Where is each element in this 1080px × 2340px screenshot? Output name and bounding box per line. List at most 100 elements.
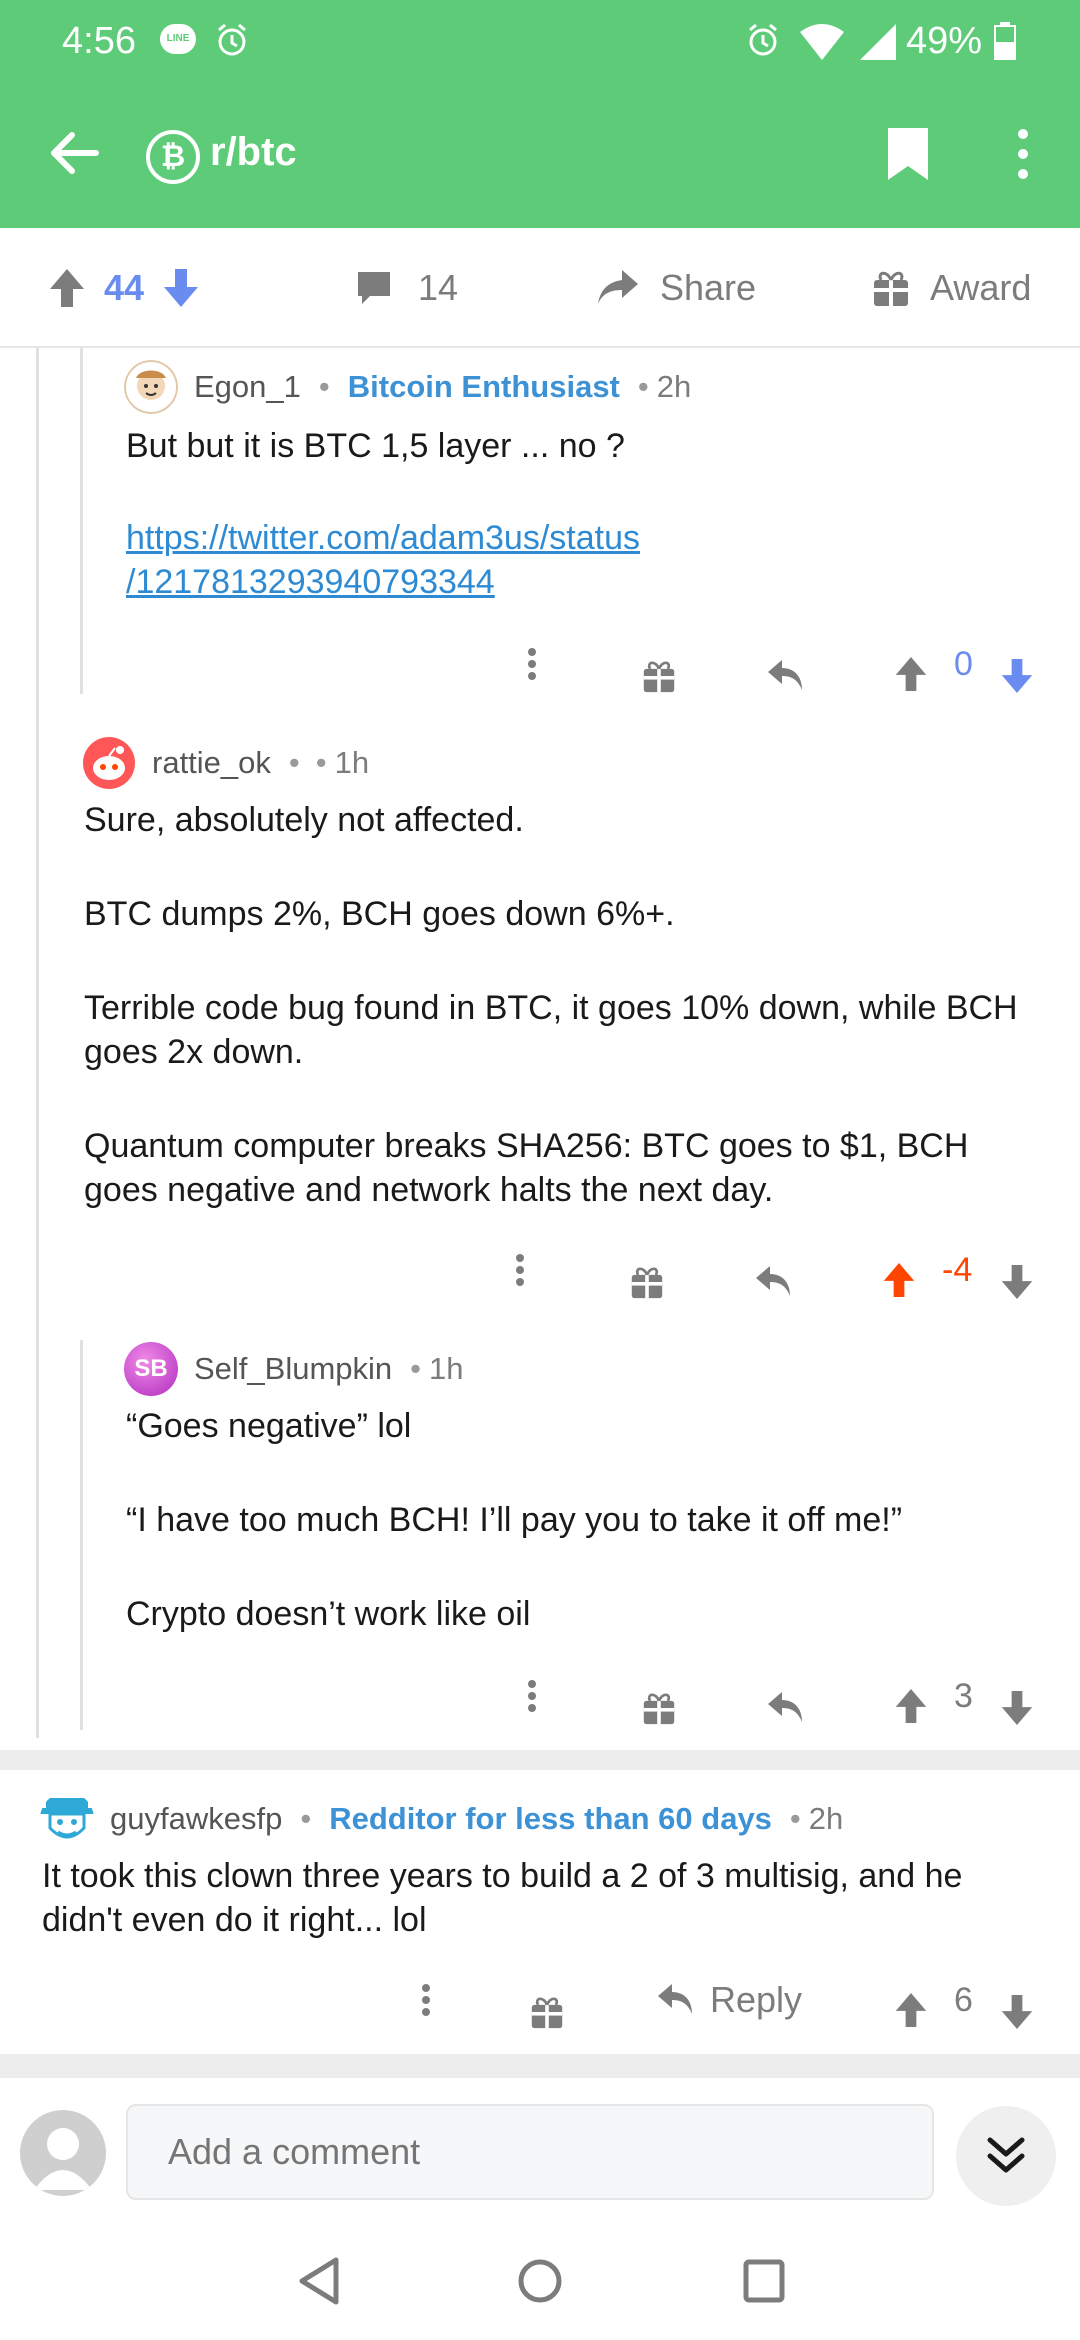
upvote-icon[interactable] [882,1250,916,1310]
username[interactable]: Self_Blumpkin [194,1351,392,1387]
wifi-icon [800,24,844,60]
status-bar: 4:56 LINE 49% [0,0,1080,82]
subreddit-icon[interactable]: ₿ [146,130,200,184]
nav-back-icon[interactable] [296,2256,344,2306]
reply-label: Reply [710,1979,803,2020]
comment-bubble-icon [358,272,390,304]
comment-text: But but it is BTC 1,5 layer ... no ? [126,427,625,465]
comments-count[interactable]: 14 [354,258,458,318]
gift-icon[interactable] [642,646,676,706]
comment-link[interactable]: https://twitter.com/adam3us/status /1217… [126,516,1026,604]
comment-text: Sure, absolutely not affected. [84,801,524,839]
comment-time: 1h [334,745,370,780]
comment-text: “Goes negative” lol [126,1407,412,1445]
gift-icon[interactable] [642,1678,676,1738]
bookmark-icon[interactable] [886,126,930,182]
more-options-icon[interactable] [526,634,538,694]
comment-header: Egon_1 • Bitcoin Enthusiast • 2h [124,360,691,414]
more-options-icon[interactable] [514,1240,526,1300]
more-options-icon[interactable] [526,1666,538,1726]
app-header: 4:56 LINE 49% ₿ r/btc [0,0,1080,228]
comment-text: Crypto doesn’t work like oil [126,1595,531,1633]
back-arrow-icon[interactable] [44,122,106,184]
separator-dot: • [789,1801,801,1836]
reply-button[interactable]: Reply [656,1970,802,2030]
separator-dot: • [288,745,300,780]
battery-icon [994,22,1016,60]
post-action-bar: 44 14 Share Award [0,228,1080,348]
upvote-icon[interactable] [894,644,928,704]
downvote-icon[interactable] [162,267,200,309]
reply-arrow-icon [658,1984,692,2014]
alarm-icon [749,23,777,56]
reply-arrow-icon[interactable] [766,1678,806,1738]
downvote-icon[interactable] [1000,1252,1034,1312]
award-button[interactable]: Award [872,258,1031,318]
link-line[interactable]: https://twitter.com/adam3us/status [126,519,640,557]
award-label: Award [930,267,1032,308]
separator-dot: • [637,369,649,404]
comment-header: rattie_ok • • 1h [82,736,369,790]
status-time: 4:56 [62,20,136,62]
comment-body: But but it is BTC 1,5 layer ... no ? htt… [126,424,1026,604]
user-avatar[interactable] [40,1792,94,1846]
user-avatar[interactable]: SB [124,1342,178,1396]
gift-icon[interactable] [530,1982,564,2042]
subreddit-name[interactable]: r/btc [210,130,297,175]
comment-score: 3 [954,1676,973,1715]
comment-score: -4 [942,1250,973,1289]
gift-icon [874,271,908,306]
comment-time: 2h [808,1801,844,1836]
upvote-icon[interactable] [894,1980,928,2040]
add-comment-bar [0,2076,1080,2226]
thread-line [80,348,83,694]
share-arrow-icon [598,270,638,304]
separator-dot: • [315,745,327,780]
comment-header: SB Self_Blumpkin • 1h [124,1342,464,1396]
comment-header: guyfawkesfp • Redditor for less than 60 … [40,1792,843,1846]
comment-body: Sure, absolutely not affected. BTC dumps… [84,798,1044,1212]
link-line[interactable]: /1217813293940793344 [126,563,495,601]
nav-recents-icon[interactable] [742,2258,786,2304]
share-label: Share [660,267,757,308]
double-chevron-down-icon [987,2137,1025,2173]
section-divider [0,2054,1080,2076]
more-options-icon[interactable] [1006,126,1040,182]
comment-actions: -4 [498,1240,1050,1300]
add-comment-input[interactable] [126,2104,934,2200]
thread-line [80,1340,83,1730]
comment-actions: 3 [510,1666,1050,1726]
more-options-icon[interactable] [420,1970,432,2030]
thread-line [36,348,39,1738]
comment-body: It took this clown three years to build … [42,1854,1052,1942]
scroll-down-button[interactable] [956,2106,1056,2206]
user-flair: Bitcoin Enthusiast [347,369,620,404]
signal-icon [860,24,896,60]
upvote-icon[interactable] [894,1676,928,1736]
current-user-avatar[interactable] [20,2110,106,2196]
username[interactable]: rattie_ok [152,745,271,781]
gift-icon[interactable] [630,1252,664,1312]
user-flair: Redditor for less than 60 days [329,1801,772,1836]
nav-home-icon[interactable] [516,2256,564,2306]
user-avatar[interactable] [124,360,178,414]
username[interactable]: guyfawkesfp [110,1801,282,1837]
downvote-icon[interactable] [1000,1678,1034,1738]
comment-score: 6 [954,1980,973,2019]
reply-arrow-icon[interactable] [754,1252,794,1312]
post-votes: 44 [48,258,200,318]
upvote-icon[interactable] [48,267,86,309]
section-divider [0,1750,1080,1770]
comments-count-label: 14 [418,267,459,308]
user-avatar[interactable] [82,736,136,790]
separator-dot: • [318,369,330,404]
downvote-icon[interactable] [1000,1982,1034,2042]
battery-percent: 49% [906,20,983,62]
system-nav-bar [0,2226,1080,2340]
username[interactable]: Egon_1 [194,369,301,405]
separator-dot: • [300,1801,312,1836]
downvote-icon[interactable] [1000,646,1034,706]
share-button[interactable]: Share [596,258,756,318]
reply-arrow-icon[interactable] [766,646,806,706]
comment-body: “Goes negative” lol “I have too much BCH… [126,1404,1046,1636]
